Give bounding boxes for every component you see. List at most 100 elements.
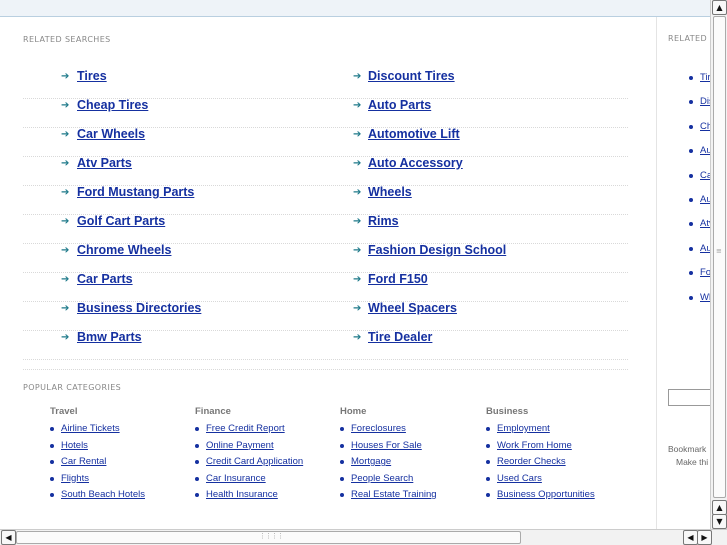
related-search-link[interactable]: Chrome Wheels — [77, 243, 171, 257]
bullet-icon — [195, 460, 199, 464]
related-search-link[interactable]: Discount Tires — [368, 69, 455, 83]
vertical-grip-icon: ≡ — [716, 247, 722, 255]
arrow-icon: ➔ — [61, 216, 70, 227]
main-content: RELATED SEARCHES ➔ Tires ➔ Discount Tires ➔ C… — [0, 17, 656, 530]
arrow-icon: ➔ — [353, 129, 362, 140]
related-search-link[interactable]: Wheel Spacers — [368, 301, 457, 315]
vertical-scroll-thumb[interactable]: ≡ — [713, 16, 726, 498]
bullet-icon — [689, 271, 693, 276]
bookmark-text[interactable]: Bookmark — [668, 444, 706, 454]
category-link[interactable]: Airline Tickets — [50, 423, 190, 440]
category-link[interactable]: People Search — [340, 473, 480, 490]
related-search-link[interactable]: Ford F150 — [368, 272, 428, 286]
bullet-icon — [689, 246, 693, 251]
related-search-link[interactable]: Rims — [368, 214, 399, 228]
category-link-label: Used Cars — [497, 472, 542, 484]
related-search-link[interactable]: Fashion Design School — [368, 243, 506, 257]
bullet-icon — [195, 493, 199, 497]
arrow-icon: ➔ — [61, 71, 70, 82]
category-link[interactable]: Online Payment — [195, 440, 335, 457]
category-link-label: Hotels — [61, 439, 88, 451]
related-search-link[interactable]: Business Directories — [77, 301, 201, 315]
related-search-link[interactable]: Tires — [77, 69, 107, 83]
category-link-label: Houses For Sale — [351, 439, 422, 451]
category-link[interactable]: Real Estate Training — [340, 489, 480, 506]
category-link[interactable]: South Beach Hotels — [50, 489, 190, 506]
bullet-icon — [195, 427, 199, 431]
bullet-icon — [50, 443, 54, 448]
related-search-link[interactable]: Car Wheels — [77, 127, 145, 141]
related-search-link[interactable]: Car Parts — [77, 272, 133, 286]
category-link[interactable]: Houses For Sale — [340, 440, 480, 457]
scroll-right-button[interactable]: ▶ — [697, 530, 712, 545]
arrow-icon: ➔ — [61, 187, 70, 198]
related-search-link[interactable]: Automotive Lift — [368, 127, 460, 141]
related-search-link[interactable]: Wheels — [368, 185, 412, 199]
related-search-row: ➔ Chrome Wheels ➔ Fashion Design School — [23, 243, 628, 273]
bullet-icon — [486, 427, 490, 431]
category-link[interactable]: Flights — [50, 473, 190, 490]
category-link[interactable]: Employment — [486, 423, 626, 440]
related-search-row: ➔ Ford Mustang Parts ➔ Wheels — [23, 185, 628, 215]
arrow-icon: ➔ — [61, 332, 70, 343]
related-search-row: ➔ Car Parts ➔ Ford F150 — [23, 272, 628, 302]
related-search-row: ➔ Business Directories ➔ Wheel Spacers — [23, 301, 628, 331]
related-search-link[interactable]: Ford Mustang Parts — [77, 185, 194, 199]
scroll-up-button-lower[interactable]: ▲ — [712, 500, 727, 515]
category-link[interactable]: Business Opportunities — [486, 489, 626, 506]
category-link-label: South Beach Hotels — [61, 489, 145, 500]
related-searches-header: RELATED SEARCHES — [23, 35, 111, 44]
category-title: Travel — [50, 406, 78, 417]
category-link[interactable]: Free Credit Report — [195, 423, 335, 440]
category-link[interactable]: Credit Card Application — [195, 456, 335, 473]
bullet-icon — [50, 493, 54, 497]
related-search-link[interactable]: Atv Parts — [77, 156, 132, 170]
horizontal-scroll-thumb[interactable]: ⋮⋮⋮⋮ — [16, 531, 521, 544]
related-search-link[interactable]: Auto Accessory — [368, 156, 463, 170]
category-link-label: Business Opportunities — [497, 489, 595, 500]
category-link[interactable]: Reorder Checks — [486, 456, 626, 473]
category-link[interactable]: Used Cars — [486, 473, 626, 490]
scroll-up-button[interactable]: ▲ — [712, 0, 727, 15]
bullet-icon — [195, 443, 199, 448]
category-link[interactable]: Mortgage — [340, 456, 480, 473]
arrow-icon: ➔ — [353, 187, 362, 198]
category-link[interactable]: Work From Home — [486, 440, 626, 457]
scroll-left-button[interactable]: ◀ — [1, 530, 16, 545]
category-link-label: Online Payment — [206, 439, 274, 451]
related-search-row: ➔ Atv Parts ➔ Auto Accessory — [23, 156, 628, 186]
related-search-link[interactable]: Cheap Tires — [77, 98, 148, 112]
related-search-link[interactable]: Auto Parts — [368, 98, 431, 112]
related-search-link[interactable]: Bmw Parts — [77, 330, 142, 344]
bullet-icon — [340, 493, 344, 497]
bullet-icon — [486, 460, 490, 464]
horizontal-scrollbar[interactable]: ◀ ⋮⋮⋮⋮ ◀ ▶ — [0, 529, 727, 545]
sidebar-search-input[interactable] — [668, 389, 712, 406]
vertical-scrollbar[interactable]: ▲ ≡ ▲ ▼ — [710, 0, 727, 530]
scroll-left-button-right[interactable]: ◀ — [683, 530, 698, 545]
category-link-label: Real Estate Training — [351, 489, 437, 500]
arrow-icon: ➔ — [61, 274, 70, 285]
scroll-down-button[interactable]: ▼ — [712, 514, 727, 529]
category-link-label: Health Insurance — [206, 489, 278, 500]
make-homepage-text[interactable]: Make thi — [676, 457, 708, 467]
category-link[interactable]: Health Insurance — [195, 489, 335, 506]
bullet-icon — [195, 476, 199, 481]
category-link[interactable]: Car Rental — [50, 456, 190, 473]
right-sidebar: RELATED TirDisChAuCaAuAtvAuFoWh Bookmark… — [656, 17, 712, 530]
category-link[interactable]: Hotels — [50, 440, 190, 457]
arrow-icon: ➔ — [353, 332, 362, 343]
related-search-link[interactable]: Golf Cart Parts — [77, 214, 165, 228]
related-search-row: ➔ Bmw Parts ➔ Tire Dealer — [23, 330, 628, 360]
related-search-link[interactable]: Tire Dealer — [368, 330, 432, 344]
related-search-row: ➔ Tires ➔ Discount Tires — [23, 69, 628, 99]
arrow-icon: ➔ — [353, 216, 362, 227]
arrow-icon: ➔ — [353, 303, 362, 314]
arrow-icon: ➔ — [353, 245, 362, 256]
category-link-label: Car Insurance — [206, 472, 266, 484]
bullet-icon — [486, 493, 490, 497]
category-link[interactable]: Car Insurance — [195, 473, 335, 490]
bullet-icon — [689, 222, 693, 227]
category-link[interactable]: Foreclosures — [340, 423, 480, 440]
bullet-icon — [689, 76, 693, 80]
